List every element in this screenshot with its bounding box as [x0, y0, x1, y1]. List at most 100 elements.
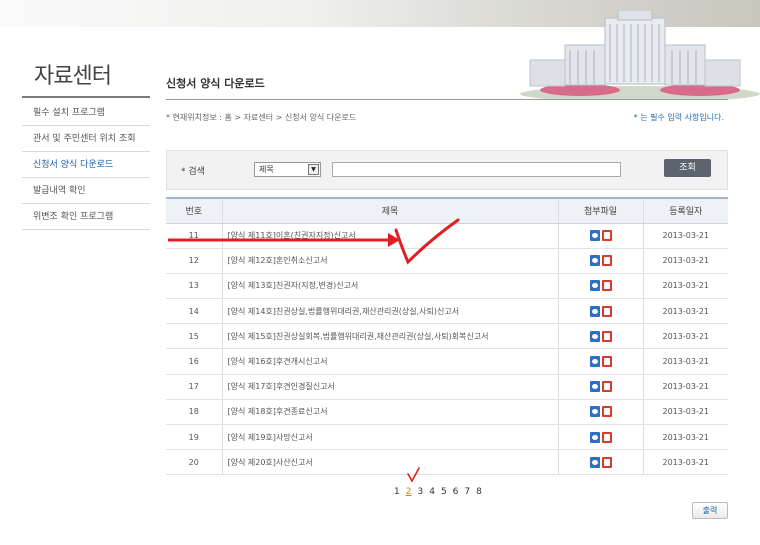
sidebar-title-rule — [22, 96, 150, 98]
hwp-file-icon[interactable] — [589, 456, 600, 468]
page-link-5[interactable]: 5 — [441, 487, 447, 497]
pdf-file-icon[interactable] — [601, 431, 612, 443]
hwp-file-icon[interactable] — [589, 381, 600, 393]
hwp-file-icon[interactable] — [589, 230, 600, 242]
row-attachments — [557, 223, 643, 249]
row-date: 2013-03-21 — [642, 424, 728, 451]
row-date: 2013-03-21 — [642, 374, 728, 400]
row-date: 2013-03-21 — [642, 348, 728, 375]
column-header-date: 등록일자 — [642, 197, 728, 224]
title-divider — [166, 99, 728, 100]
pdf-file-icon[interactable] — [601, 255, 612, 267]
pdf-file-icon[interactable] — [601, 280, 612, 292]
row-title-link[interactable]: [양식 제13호]친권자(지정,변경)신고서 — [221, 273, 558, 300]
row-attachments — [557, 399, 643, 426]
table-header-row: 번호 제목 첨부파일 등록일자 — [166, 197, 728, 224]
page-link-4[interactable]: 4 — [429, 487, 435, 497]
row-title-link[interactable]: [양식 제17호]후견인경질신고서 — [221, 374, 558, 400]
table-row: 16 [양식 제16호]후견개시신고서 2013-03-21 — [166, 348, 728, 375]
pagination: 12345678 — [394, 487, 482, 497]
row-date: 2013-03-21 — [642, 273, 728, 300]
hwp-file-icon[interactable] — [589, 305, 600, 317]
search-select-value: 제목 — [259, 165, 274, 174]
hwp-file-icon[interactable] — [589, 330, 600, 342]
sidebar-item-forgery-check[interactable]: 위변조 확인 프로그램 — [22, 204, 150, 230]
sidebar-item-issue-history[interactable]: 발급내역 확인 — [22, 178, 150, 204]
row-number: 14 — [166, 298, 222, 325]
table-row: 19 [양식 제19호]사망신고서 2013-03-21 — [166, 424, 728, 451]
pdf-file-icon[interactable] — [601, 406, 612, 418]
row-attachments — [557, 248, 643, 274]
required-note: * 는 필수 입력 사항입니다. — [633, 113, 724, 122]
row-date: 2013-03-21 — [642, 223, 728, 249]
row-number: 13 — [166, 273, 222, 300]
row-date: 2013-03-21 — [642, 323, 728, 350]
row-number: 12 — [166, 248, 222, 274]
row-title-link[interactable]: [양식 제20호]사산신고서 — [221, 449, 558, 476]
hwp-file-icon[interactable] — [589, 255, 600, 267]
row-title-link[interactable]: [양식 제18호]후견종료신고서 — [221, 399, 558, 426]
sidebar-item-form-download[interactable]: 신청서 양식 다운로드 — [22, 152, 150, 178]
search-label: * 검색 — [181, 167, 205, 177]
search-button[interactable]: 조회 — [664, 159, 711, 177]
table-row: 20 [양식 제20호]사산신고서 2013-03-21 — [166, 449, 728, 476]
pdf-file-icon[interactable] — [601, 381, 612, 393]
page-link-6[interactable]: 6 — [453, 487, 459, 497]
table-row: 13 [양식 제13호]친권자(지정,변경)신고서 2013-03-21 — [166, 273, 728, 300]
row-title-link[interactable]: [양식 제16호]후견개시신고서 — [221, 348, 558, 375]
table-row: 11 [양식 제11호]이혼(친권자지정)신고서 2013-03-21 — [166, 223, 728, 249]
sidebar-menu: 필수 설치 프로그램 관서 및 주민센터 위치 조회 신청서 양식 다운로드 발… — [22, 100, 150, 230]
row-attachments — [557, 298, 643, 325]
breadcrumb: * 현재위치정보 : 홈 > 자료센터 > 신청서 양식 다운로드 — [166, 113, 357, 122]
table-row: 14 [양식 제14호]친권상실,법률행위대리권,재산관리권(상실,사퇴)신고서 2… — [166, 298, 728, 325]
page-link-2[interactable]: 2 — [406, 487, 412, 497]
page-link-8[interactable]: 8 — [476, 487, 482, 497]
row-number: 20 — [166, 449, 222, 476]
pdf-file-icon[interactable] — [601, 456, 612, 468]
row-attachments — [557, 449, 643, 476]
hwp-file-icon[interactable] — [589, 431, 600, 443]
row-date: 2013-03-21 — [642, 399, 728, 426]
table-row: 17 [양식 제17호]후견인경질신고서 2013-03-21 — [166, 374, 728, 400]
row-date: 2013-03-21 — [642, 298, 728, 325]
row-number: 18 — [166, 399, 222, 426]
sidebar-item-required-programs[interactable]: 필수 설치 프로그램 — [22, 100, 150, 126]
row-attachments — [557, 374, 643, 400]
search-input[interactable] — [332, 162, 621, 177]
row-number: 16 — [166, 348, 222, 375]
print-button[interactable]: 출력 — [692, 502, 728, 519]
row-attachments — [557, 348, 643, 375]
page-title: 신청서 양식 다운로드 — [166, 77, 265, 90]
hwp-file-icon[interactable] — [589, 356, 600, 368]
pdf-file-icon[interactable] — [601, 356, 612, 368]
page-link-7[interactable]: 7 — [464, 487, 470, 497]
row-title-link[interactable]: [양식 제19호]사망신고서 — [221, 424, 558, 451]
pdf-file-icon[interactable] — [601, 230, 612, 242]
row-title-link[interactable]: [양식 제12호]혼인취소신고서 — [221, 248, 558, 274]
row-title-link[interactable]: [양식 제14호]친권상실,법률행위대리권,재산관리권(상실,사퇴)신고서 — [221, 298, 558, 325]
court-building-image — [520, 10, 760, 100]
row-number: 15 — [166, 323, 222, 350]
hwp-file-icon[interactable] — [589, 280, 600, 292]
column-header-title: 제목 — [221, 197, 558, 224]
page-link-1[interactable]: 1 — [394, 487, 400, 497]
table-row: 15 [양식 제15호]친권상실회복,법률행위대리권,재산관리권(상실,사퇴)회복… — [166, 323, 728, 350]
pdf-file-icon[interactable] — [601, 305, 612, 317]
row-number: 19 — [166, 424, 222, 451]
search-field-select[interactable]: 제목 ▼ — [254, 162, 321, 177]
page-link-3[interactable]: 3 — [417, 487, 423, 497]
row-date: 2013-03-21 — [642, 248, 728, 274]
sidebar-item-office-location[interactable]: 관서 및 주민센터 위치 조회 — [22, 126, 150, 152]
row-attachments — [557, 273, 643, 300]
row-attachments — [557, 424, 643, 451]
pdf-file-icon[interactable] — [601, 330, 612, 342]
dropdown-arrow-icon[interactable]: ▼ — [308, 164, 319, 175]
row-title-link[interactable]: [양식 제15호]친권상실회복,법률행위대리권,재산관리권(상실,사퇴)회복신고… — [221, 323, 558, 350]
row-title-link[interactable]: [양식 제11호]이혼(친권자지정)신고서 — [221, 223, 558, 249]
row-date: 2013-03-21 — [642, 449, 728, 476]
row-number: 17 — [166, 374, 222, 400]
column-header-number: 번호 — [166, 197, 222, 224]
table-row: 18 [양식 제18호]후견종료신고서 2013-03-21 — [166, 399, 728, 426]
hwp-file-icon[interactable] — [589, 406, 600, 418]
row-attachments — [557, 323, 643, 350]
